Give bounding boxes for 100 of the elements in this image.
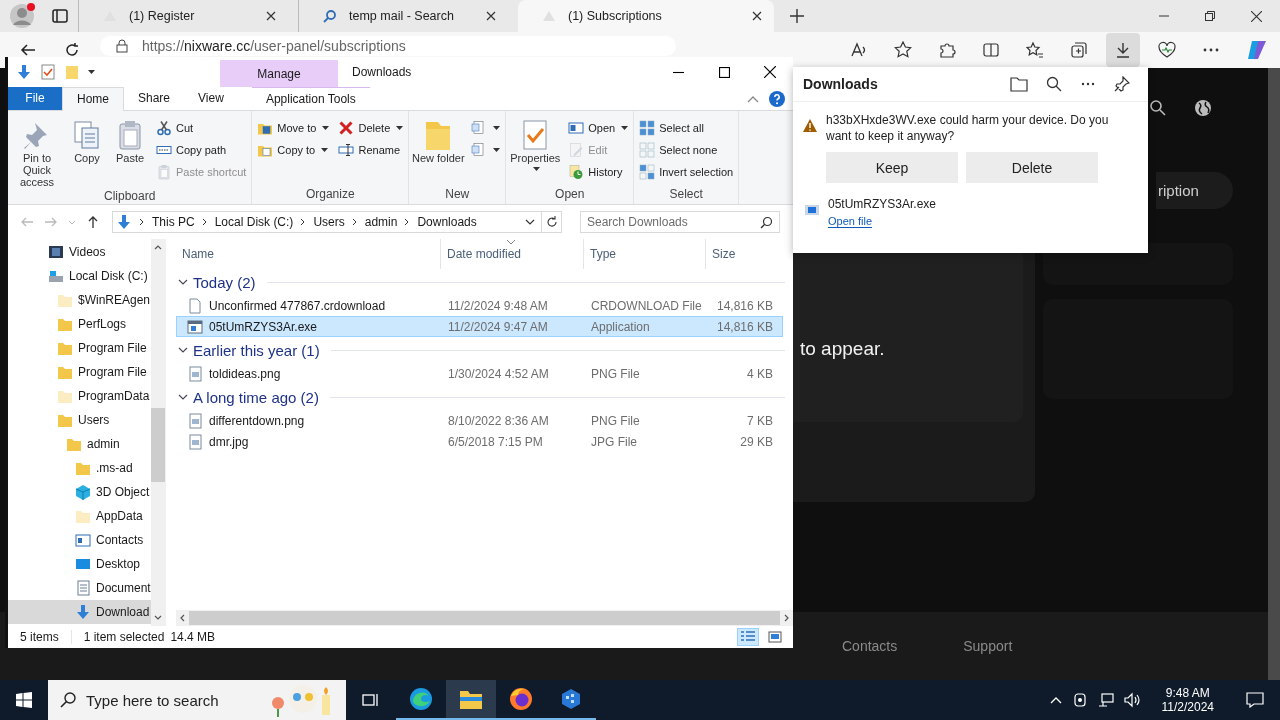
ribbon-button[interactable]: Copy to (257, 139, 330, 161)
ribbon-button[interactable]: Invert selection (639, 161, 734, 183)
collections-icon[interactable] (1070, 41, 1088, 59)
tree-item[interactable]: Local Disk (C:) (8, 264, 151, 288)
search-icon[interactable] (1046, 76, 1062, 92)
tree-item[interactable]: .ms-ad (8, 456, 151, 480)
clock-date[interactable]: 11/2/2024 (1161, 700, 1214, 714)
footer-link[interactable]: Support (963, 638, 1013, 654)
pin-icon[interactable] (1114, 76, 1130, 92)
globe-icon[interactable] (1194, 99, 1212, 117)
tree-item[interactable]: admin (8, 432, 151, 456)
tree-item[interactable]: Program File (8, 336, 151, 360)
file-row[interactable]: toldideas.png 1/30/2024 4:52 AM PNG File 4 KB (176, 363, 783, 384)
address-field[interactable]: https://nixware.cc/user-panel/subscriptions (100, 36, 676, 56)
ribbon-tab[interactable]: File (8, 87, 62, 110)
ribbon-button[interactable]: Rename (338, 139, 404, 161)
ribbon-button[interactable]: Paste (110, 115, 150, 189)
download-arrow-icon[interactable] (16, 64, 32, 80)
new-tab-icon[interactable] (790, 9, 804, 23)
scroll-up-icon[interactable] (154, 245, 162, 250)
speaker-icon[interactable] (1123, 692, 1142, 708)
breadcrumb[interactable]: Downloads (417, 215, 477, 229)
scroll-thumb[interactable] (189, 611, 780, 625)
scrollbar[interactable] (151, 239, 165, 626)
close-icon[interactable] (752, 11, 762, 21)
chevron-down-icon[interactable] (178, 345, 188, 355)
chevron-down-icon[interactable] (178, 392, 188, 402)
chevron-icon[interactable] (139, 218, 145, 226)
tree-item[interactable]: PerfLogs (8, 312, 151, 336)
close-icon[interactable] (266, 11, 276, 21)
ribbon-button[interactable]: Copy path (156, 139, 247, 161)
chevron-up-icon[interactable] (1049, 696, 1062, 704)
column-header[interactable]: Type (584, 239, 706, 269)
refresh-icon[interactable] (64, 42, 80, 58)
back-icon[interactable] (20, 42, 36, 58)
profile-avatar-icon[interactable] (8, 2, 36, 30)
ribbon-button[interactable]: History (568, 161, 629, 183)
file-row[interactable]: dmr.jpg 6/5/2018 7:15 PM JPG File 29 KB (176, 431, 783, 452)
chevron-icon[interactable] (300, 218, 307, 226)
scrollbar[interactable] (176, 610, 793, 626)
dropdown-icon[interactable] (525, 219, 535, 225)
group-heading[interactable]: Today (2) (193, 273, 256, 291)
group-heading[interactable]: A long time ago (2) (193, 388, 319, 406)
ribbon-button[interactable]: Select none (639, 139, 734, 161)
ribbon-button[interactable]: Properties (508, 115, 563, 187)
puzzle-icon[interactable] (938, 41, 956, 59)
heartbeat-icon[interactable] (1158, 41, 1176, 59)
taskbar-button[interactable] (446, 680, 496, 720)
ribbon-button[interactable]: Copy (67, 115, 107, 189)
ribbon-button[interactable]: New folder (411, 115, 466, 187)
address-field[interactable]: This PC Local Disk (C:) Users admin Downloads (112, 211, 542, 233)
restore-icon[interactable] (1205, 11, 1215, 21)
open-file-link[interactable]: Open file (828, 215, 873, 228)
tree-item[interactable]: Program File (8, 360, 151, 384)
tree-item[interactable]: Document (8, 576, 151, 600)
file-row[interactable]: differentdown.png 8/10/2022 8:36 AM PNG File 7 KB (176, 410, 783, 431)
dialog-button[interactable]: Keep (826, 152, 958, 183)
tree-item[interactable]: Download (8, 600, 151, 624)
search-field[interactable]: Type here to search (48, 680, 346, 720)
up-icon[interactable] (86, 215, 100, 229)
column-header[interactable]: Size (706, 239, 778, 269)
breadcrumb[interactable]: admin (364, 215, 398, 229)
ribbon-tab[interactable]: Application Tools (251, 87, 370, 110)
ribbon-tab[interactable]: View (184, 87, 238, 110)
search-icon[interactable] (1150, 100, 1166, 116)
notification-icon[interactable] (1246, 692, 1264, 708)
breadcrumb[interactable]: This PC (152, 215, 195, 229)
ribbon-button[interactable]: Delete (338, 117, 404, 139)
favorites-icon[interactable] (1026, 41, 1044, 59)
star-icon[interactable] (894, 41, 912, 59)
browser-tab[interactable]: (1) Subscriptions (518, 0, 774, 32)
ribbon-button[interactable]: Select all (639, 117, 734, 139)
scroll-right-icon[interactable] (784, 614, 789, 622)
security-icon[interactable] (1071, 692, 1088, 708)
tab-actions-icon[interactable] (52, 8, 68, 24)
breadcrumb[interactable]: Local Disk (C:) (214, 215, 294, 229)
ribbon-button[interactable]: Open (568, 117, 629, 139)
tree-item[interactable]: Desktop (8, 552, 151, 576)
column-header[interactable]: Date modified (441, 239, 584, 269)
tree-item[interactable]: ProgramData (8, 384, 151, 408)
refresh-icon[interactable] (545, 216, 558, 228)
close-icon[interactable] (1251, 10, 1262, 22)
clock-time[interactable]: 9:48 AM (1165, 686, 1210, 700)
ribbon-button[interactable]: Pin to Quick access (10, 115, 64, 189)
scrollbar[interactable] (1268, 68, 1280, 680)
scroll-left-icon[interactable] (180, 614, 185, 622)
tree-item[interactable]: AppData (8, 504, 151, 528)
chevron-icon[interactable] (201, 218, 208, 226)
search-field[interactable]: Search Downloads (580, 211, 780, 233)
help-icon[interactable] (769, 90, 785, 107)
read-aloud-icon[interactable] (850, 41, 868, 59)
chevron-icon[interactable] (351, 218, 358, 226)
collapse-ribbon-icon[interactable] (747, 94, 759, 103)
ribbon-button[interactable]: Cut (156, 117, 247, 139)
group-heading[interactable]: Earlier this year (1) (193, 341, 320, 359)
dialog-button[interactable]: Delete (966, 152, 1098, 183)
close-icon[interactable] (764, 66, 776, 78)
column-header[interactable]: Name (176, 239, 441, 269)
ribbon-tab[interactable]: Share (124, 87, 185, 110)
maximize-icon[interactable] (718, 66, 730, 78)
